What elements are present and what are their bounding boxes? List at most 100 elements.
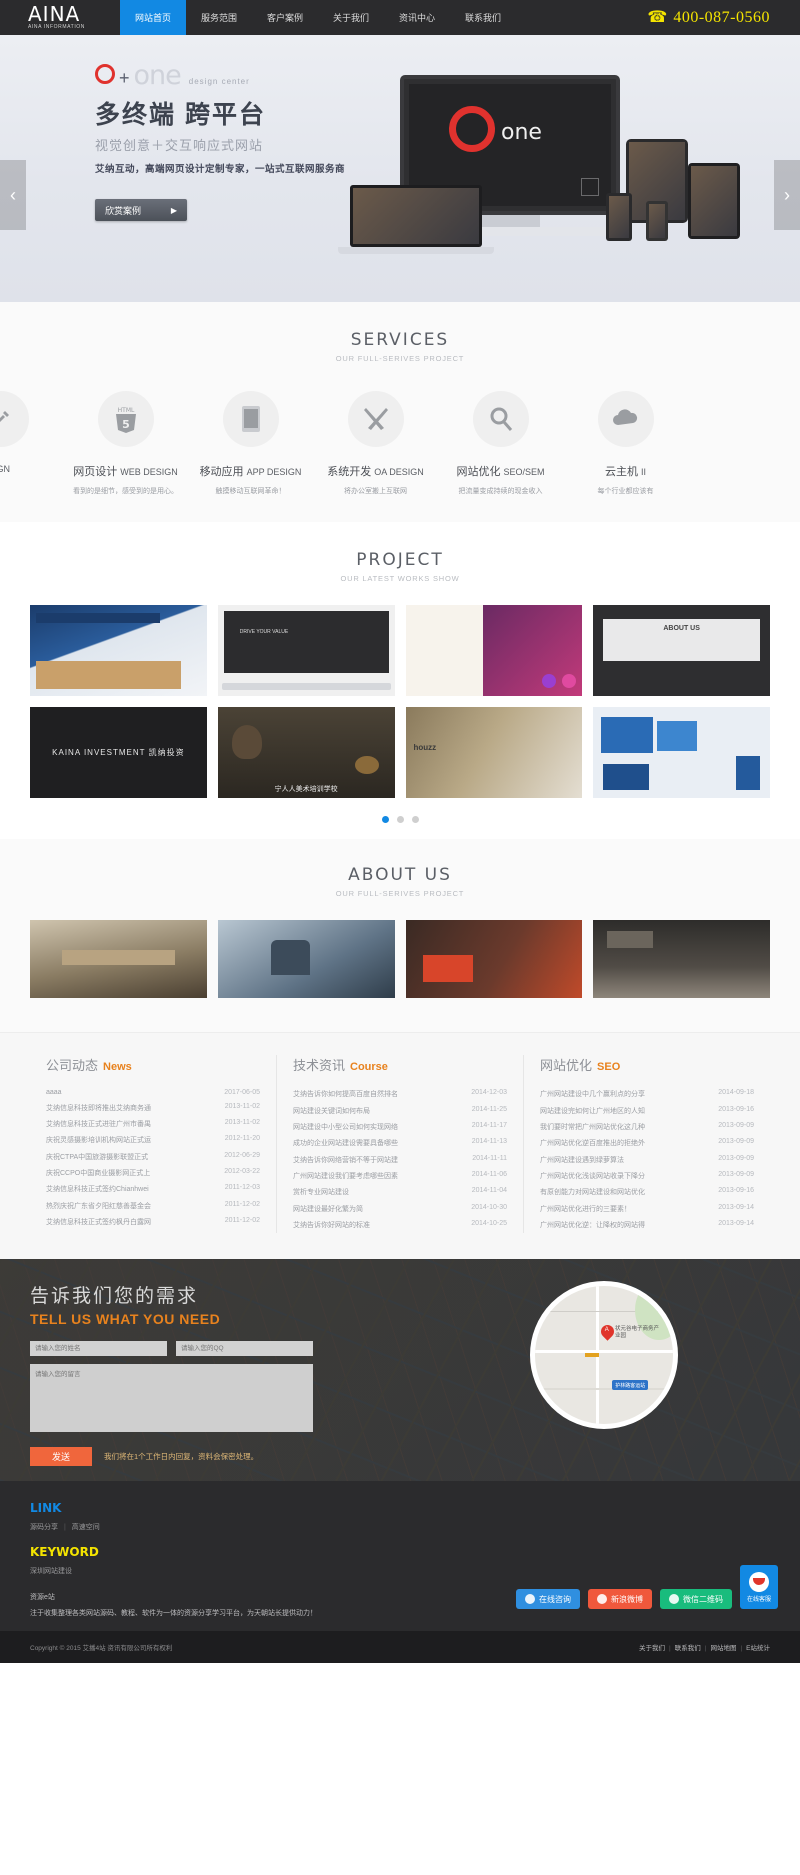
news-item[interactable]: 广州网站建设中几个赢利点的分享 2014-09-18 xyxy=(540,1086,754,1102)
tablet-device-2 xyxy=(688,163,740,239)
news-item[interactable]: 艾纳信息科技正式签约Chianhwei 2011-12-03 xyxy=(46,1181,260,1197)
map-thumbnail[interactable]: A 状元谷电子商务产业园 护林路客运站 xyxy=(530,1281,678,1430)
bottom-link-sitemap[interactable]: 网站地图 xyxy=(710,1645,736,1652)
hero-cta-button[interactable]: 欣赏案例 ▶ xyxy=(95,199,187,221)
news-list: 广州网站建设中几个赢利点的分享 2014-09-18 网站建设完如何让广州地区的人知… xyxy=(540,1086,754,1233)
project-cell[interactable] xyxy=(405,605,583,696)
project-cell-label: houzz xyxy=(413,743,437,752)
news-item[interactable]: 庆祝CCPO中国商业摄影网正式上 2012-03-22 xyxy=(46,1165,260,1181)
project-cell[interactable] xyxy=(30,605,207,696)
news-item[interactable]: 广州网站优化进行的三要素！ 2013-09-14 xyxy=(540,1201,754,1217)
hero-logo: + one design center xyxy=(95,60,345,91)
services-title: SERVICES xyxy=(350,330,450,350)
about-photo[interactable] xyxy=(593,920,770,998)
hero-banner: + one design center 多终端 跨平台 视觉创意＋交互响应式网站… xyxy=(0,35,800,302)
news-item[interactable]: 网站建设关键词如何布局 2014-11-25 xyxy=(293,1102,507,1118)
news-item[interactable]: 成功的企业网站建设需要具备哪些 2014-11-13 xyxy=(293,1135,507,1151)
footer-link-2[interactable]: 高速空间 xyxy=(72,1524,100,1531)
nav-item-services[interactable]: 服务范围 xyxy=(186,0,252,35)
pagination-dot-3[interactable] xyxy=(411,816,419,823)
message-textarea[interactable] xyxy=(30,1364,313,1433)
news-item-date: 2014-09-18 xyxy=(718,1089,754,1097)
nav-item-about[interactable]: 关于我们 xyxy=(318,0,384,35)
news-item[interactable]: 赏析专业网站建设 2014-11-04 xyxy=(293,1184,507,1200)
about-photo[interactable] xyxy=(30,920,207,998)
news-item[interactable]: 艾纳告诉你网络营销不等于网站建 2014-11-11 xyxy=(293,1152,507,1168)
weibo-button[interactable]: 新浪微博 xyxy=(588,1589,652,1610)
hero-cta-label: 欣赏案例 xyxy=(105,205,142,216)
news-item[interactable]: 网站建设最好化繁为简 2014-10-30 xyxy=(293,1201,507,1217)
weibo-icon xyxy=(597,1594,607,1605)
news-item-title: 艾纳告诉你网络营销不等于网站建 xyxy=(293,1156,398,1164)
news-item-date: 2014-12-03 xyxy=(471,1089,507,1097)
project-cell[interactable]: 宁人人美术培训学校 xyxy=(217,707,395,798)
html5-icon: HTML 5 xyxy=(115,407,136,433)
news-item[interactable]: 艾纳告诉你好网站的标准 2014-10-25 xyxy=(293,1217,507,1233)
name-input[interactable] xyxy=(30,1341,167,1357)
news-item[interactable]: 艾纳信息科技正式签约枫丹白露网 2011-12-02 xyxy=(46,1214,260,1230)
bottom-link-about[interactable]: 关于我们 xyxy=(639,1645,665,1652)
send-button[interactable]: 发送 xyxy=(30,1447,92,1467)
phone-device-2 xyxy=(646,201,668,241)
project-cell[interactable] xyxy=(593,707,770,798)
news-item[interactable]: 庆祝CTPA中国旅游摄影联盟正式 2012-06-29 xyxy=(46,1149,260,1165)
project-cell[interactable]: KAINA INVESTMENT 凯纳投资 xyxy=(30,707,207,798)
news-item[interactable]: 广州网站建设我们要考虑哪些因素 2014-11-06 xyxy=(293,1168,507,1184)
services-heading: SERVICES OUR FULL-SERIVES PROJECT xyxy=(0,330,800,363)
news-item[interactable]: 广州网站建设遇到绿萝算法 2013-09-09 xyxy=(540,1152,754,1168)
hero-device-illustration: one xyxy=(338,75,740,275)
bottom-link-stats[interactable]: E站统计 xyxy=(746,1645,770,1652)
bottom-link-contact[interactable]: 联系我们 xyxy=(675,1645,701,1652)
service-item-seo[interactable]: 网站优化 SEO/SEM 把流量变成持续的现金收入 xyxy=(438,391,563,496)
news-item[interactable]: aaaa 2017-06-05 xyxy=(46,1086,260,1099)
news-item-title: 广州网站优化浅谈网站收录下降分 xyxy=(540,1173,645,1181)
news-item-date: 2014-11-17 xyxy=(471,1121,507,1129)
nav-item-news[interactable]: 资讯中心 xyxy=(384,0,450,35)
banner-prev-arrow[interactable]: ‹ xyxy=(0,160,26,230)
laptop-device xyxy=(350,185,482,247)
service-item-app-design[interactable]: 移动应用 APP DESIGN 触摸移动互联网革命！ xyxy=(188,391,313,496)
service-item-web-design[interactable]: HTML 5 网页设计 WEB DESIGN 看到的是细节，感受到的是用心。 xyxy=(63,391,188,496)
service-item-cloud[interactable]: 云主机 II 每个行业都应该有 xyxy=(563,391,688,496)
news-item[interactable]: 广州网站优化逆：让降权的网站得 2013-09-14 xyxy=(540,1217,754,1233)
service-label: 移动应用 APP DESIGN xyxy=(199,466,302,478)
about-photo[interactable] xyxy=(217,920,395,998)
news-item[interactable]: 有原创能力对网站建设和网站优化 2013-09-16 xyxy=(540,1184,754,1200)
site-footer: LINK 源码分享 | 高速空间 KEYWORD 深圳网站建设 资源e站 注于收… xyxy=(0,1481,800,1632)
news-item[interactable]: 艾纳信息科技正式进驻广州市番禺 2013-11-02 xyxy=(46,1116,260,1132)
news-item[interactable]: 艾纳告诉你如何提高百度自然排名 2014-12-03 xyxy=(293,1086,507,1102)
project-cell[interactable]: ABOUT US xyxy=(593,605,770,696)
about-photo[interactable] xyxy=(405,920,583,998)
project-cell[interactable]: DRIVE YOUR VALUE xyxy=(217,605,395,696)
footer-bottom-bar: Copyright © 2015 艾播4站 资讯有限公司所有权利 关于我们 | 联系… xyxy=(0,1631,800,1664)
service-item-design[interactable]: IGN xyxy=(0,391,63,496)
nav-item-cases[interactable]: 客户案例 xyxy=(252,0,318,35)
nav-item-contact[interactable]: 联系我们 xyxy=(450,0,516,35)
online-consult-button[interactable]: 在线咨询 xyxy=(516,1589,580,1610)
news-item[interactable]: 广州网站优化浅谈网站收录下降分 2013-09-09 xyxy=(540,1168,754,1184)
news-item[interactable]: 广州网站优化逆百度推出的拒绝外 2013-09-09 xyxy=(540,1135,754,1151)
news-item-title: 广州网站建设我们要考虑哪些因素 xyxy=(293,1173,398,1181)
news-item[interactable]: 庆祝灵感摄影培训机构网站正式运 2012-11-20 xyxy=(46,1132,260,1148)
news-item[interactable]: 艾纳信息科技即将推出艾纳商务通 2013-11-02 xyxy=(46,1099,260,1115)
news-item[interactable]: 热烈庆祝广东省夕阳红慈善基金会 2011-12-02 xyxy=(46,1198,260,1214)
nav-item-home[interactable]: 网站首页 xyxy=(120,0,186,35)
news-item-title: 热烈庆祝广东省夕阳红慈善基金会 xyxy=(46,1202,151,1210)
site-logo[interactable]: AINA AINA INFORMATION xyxy=(0,4,120,30)
pagination-dot-1[interactable] xyxy=(381,816,389,823)
wechat-qr-button[interactable]: 微信二维码 xyxy=(660,1589,732,1610)
news-item[interactable]: 网站建设完如何让广州地区的人知 2013-09-16 xyxy=(540,1102,754,1118)
project-pagination xyxy=(0,816,800,823)
service-item-oa-design[interactable]: 系统开发 OA DESIGN 将办公室搬上互联网 xyxy=(313,391,438,496)
qq-input[interactable] xyxy=(176,1341,313,1357)
footer-link-1[interactable]: 源码分享 xyxy=(30,1524,58,1531)
project-cell[interactable]: houzz xyxy=(405,707,583,798)
banner-next-arrow[interactable]: › xyxy=(774,160,800,230)
online-service-widget[interactable]: 在线客服 xyxy=(740,1565,778,1610)
news-item-title: 网站建设中小型公司如何实现网络 xyxy=(293,1123,398,1131)
news-item[interactable]: 网站建设中小型公司如何实现网络 2014-11-17 xyxy=(293,1119,507,1135)
phone-screenshot-2 xyxy=(649,204,665,238)
pagination-dot-2[interactable] xyxy=(396,816,404,823)
svg-text:HTML: HTML xyxy=(117,407,134,414)
news-item[interactable]: 我们要时常把广州网站优化这几种 2013-09-09 xyxy=(540,1119,754,1135)
